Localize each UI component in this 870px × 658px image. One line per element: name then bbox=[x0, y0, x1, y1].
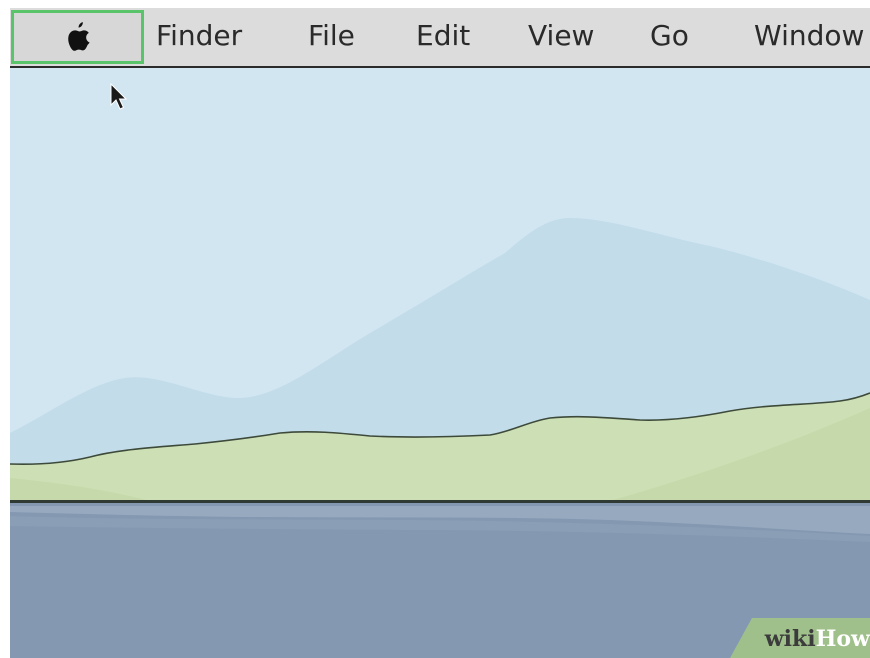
screen: Finder File Edit View Go Window wikiHow bbox=[0, 0, 870, 658]
wallpaper-landscape bbox=[10, 68, 870, 658]
watermark-wiki: wiki bbox=[764, 626, 816, 652]
shoreline bbox=[10, 500, 870, 503]
desktop-wallpaper bbox=[10, 68, 870, 658]
menu-bar: Finder File Edit View Go Window bbox=[10, 8, 870, 68]
menu-view[interactable]: View bbox=[528, 8, 594, 66]
menu-finder[interactable]: Finder bbox=[156, 8, 242, 66]
menu-edit[interactable]: Edit bbox=[416, 8, 470, 66]
watermark: wikiHow bbox=[700, 618, 870, 658]
mouse-pointer-icon bbox=[110, 83, 128, 110]
menu-file[interactable]: File bbox=[308, 8, 355, 66]
watermark-text: wikiHow bbox=[730, 622, 870, 656]
menu-window[interactable]: Window bbox=[754, 8, 864, 66]
apple-logo-icon bbox=[67, 22, 90, 51]
menu-go[interactable]: Go bbox=[650, 8, 689, 66]
apple-menu-button[interactable] bbox=[11, 10, 144, 64]
watermark-how: How bbox=[815, 626, 870, 652]
